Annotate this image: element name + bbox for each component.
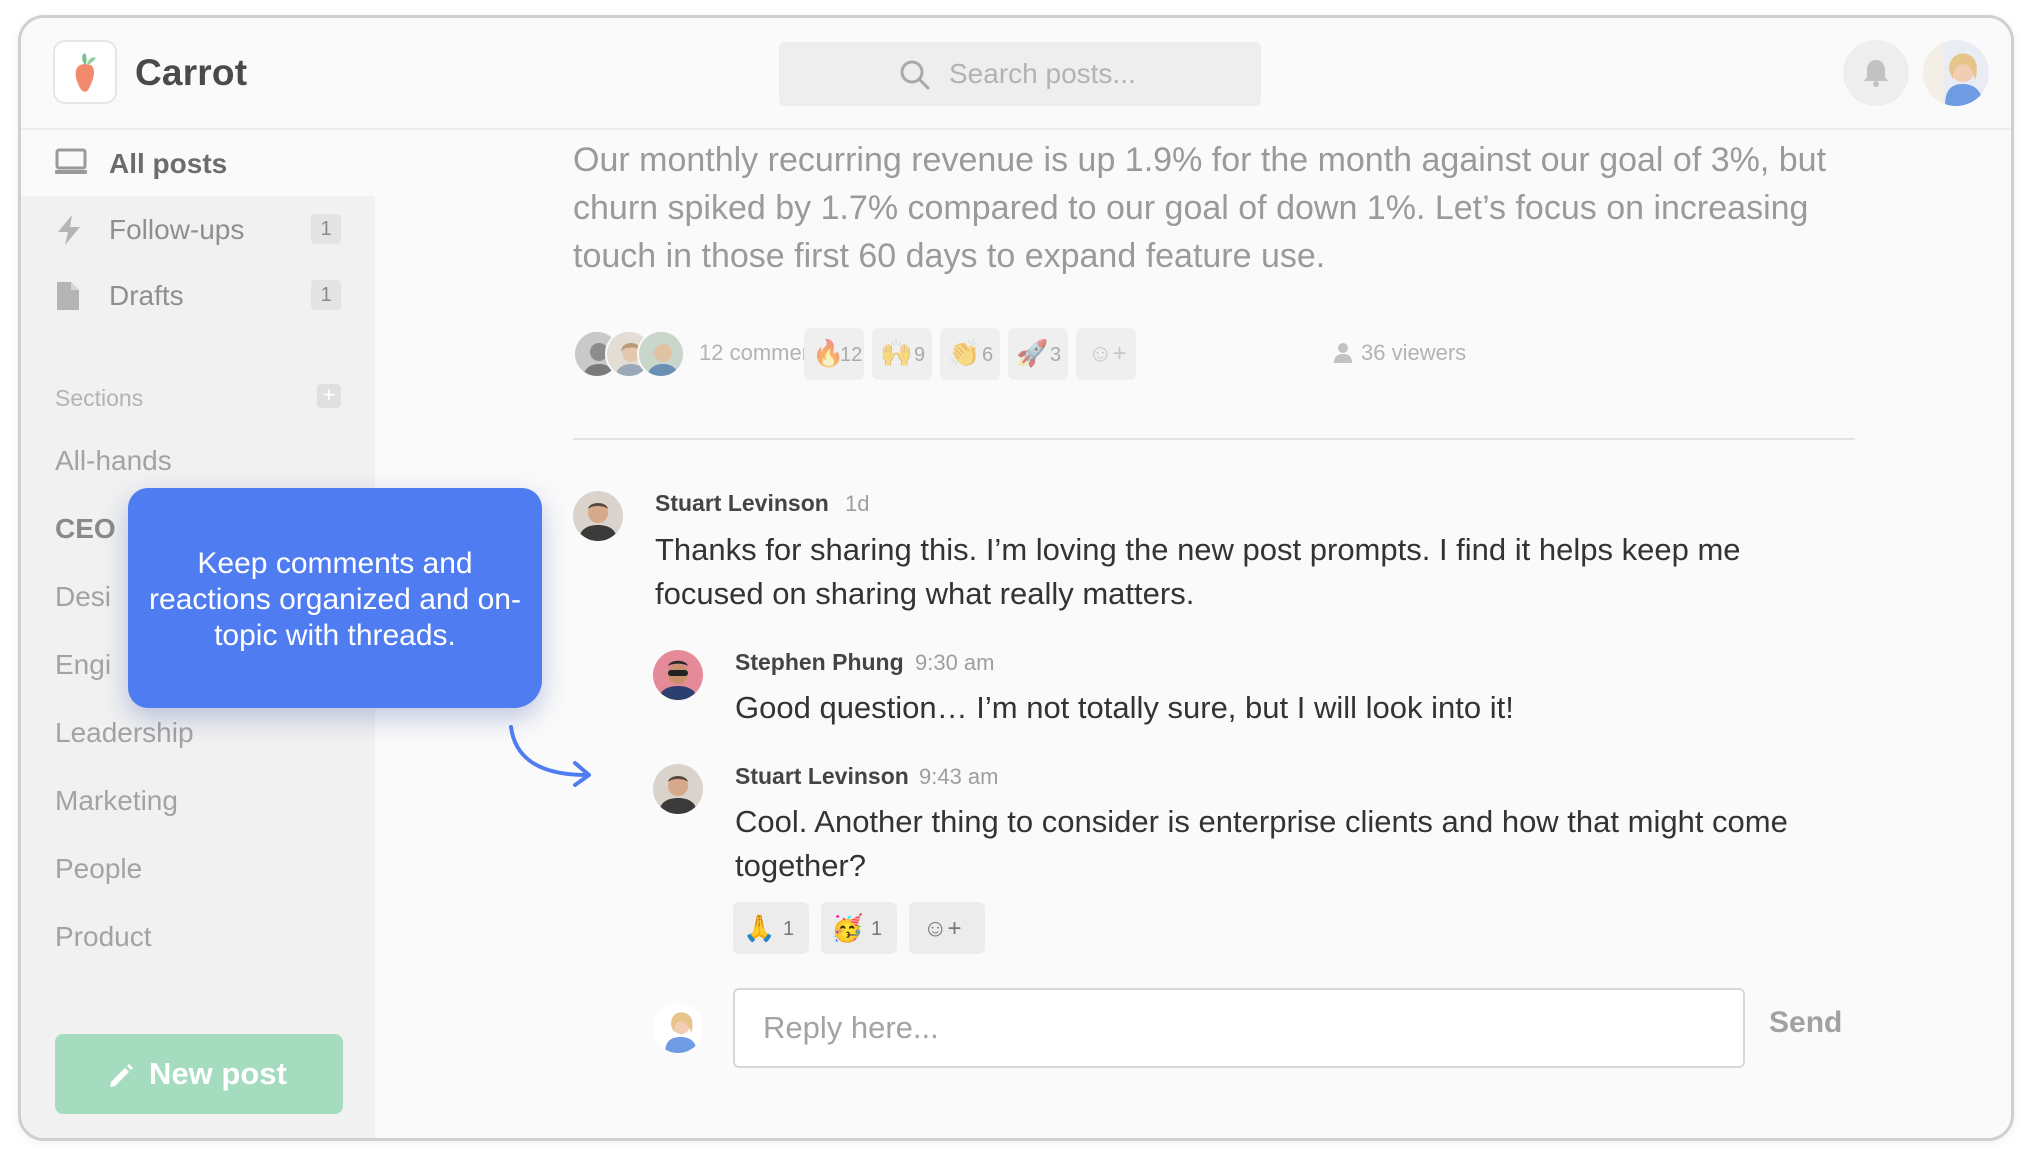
add-reaction-icon: ☺+ — [923, 915, 962, 942]
sidebar-section-product[interactable]: Product — [55, 921, 152, 953]
lightning-icon — [58, 215, 80, 245]
party-face-icon: 🥳 — [831, 913, 864, 943]
document-icon — [57, 282, 79, 310]
add-section-button[interactable]: + — [317, 384, 341, 408]
send-button[interactable]: Send — [1769, 1006, 1842, 1040]
app-name: Carrot — [135, 52, 248, 93]
raised-hands-icon: 🙌 — [880, 338, 913, 368]
notifications-button[interactable] — [1843, 40, 1909, 106]
search-input[interactable] — [949, 52, 1239, 96]
sidebar-section-design[interactable]: Desi — [55, 581, 111, 613]
reaction-count: 12 — [840, 344, 863, 366]
sidebar-item-drafts[interactable]: Drafts 1 — [21, 262, 375, 328]
sections-heading: Sections — [55, 385, 144, 411]
new-post-label: New post — [149, 1056, 287, 1091]
reaction-count: 3 — [1050, 344, 1062, 366]
app-window: Carrot Search posts... All posts Follow-… — [18, 15, 2014, 1141]
follow-ups-count-badge: 1 — [311, 214, 341, 244]
user-photo — [1923, 40, 1989, 106]
stephen-phung-avatar[interactable] — [653, 650, 703, 700]
stuart-levinson-avatar[interactable] — [573, 491, 623, 541]
reaction-clap[interactable]: 👏 6 — [940, 328, 1000, 380]
comment-text: Cool. Another thing to consider is enter… — [735, 804, 1788, 883]
comment-text: Thanks for sharing this. I’m loving the … — [655, 532, 1741, 611]
add-reaction-icon: ☺+ — [1088, 340, 1127, 367]
comment-author[interactable]: Stephen Phung — [735, 649, 904, 676]
clapping-hands-icon: 👏 — [948, 338, 981, 368]
sidebar-section-marketing[interactable]: Marketing — [55, 785, 178, 817]
reaction-count: 9 — [914, 344, 926, 366]
user-avatar[interactable] — [1923, 40, 1989, 106]
person-icon — [1334, 343, 1352, 363]
carrot-logo[interactable] — [53, 40, 117, 104]
search-bar[interactable] — [779, 42, 1261, 106]
current-user-avatar — [653, 1003, 703, 1053]
sidebar-item-follow-ups[interactable]: Follow-ups 1 — [21, 196, 375, 262]
sidebar-section-leadership[interactable]: Leadership — [55, 717, 194, 749]
reaction-rocket[interactable]: 🚀 3 — [1008, 328, 1068, 380]
feature-callout: Keep comments and reactions organized an… — [128, 488, 542, 708]
carrot-icon — [75, 53, 96, 92]
add-reaction-button[interactable]: ☺+ — [1076, 328, 1136, 380]
add-reaction-button[interactable]: ☺+ — [909, 902, 985, 954]
folded-hands-icon: 🙏 — [743, 913, 776, 943]
post-body-text: Our monthly recurring revenue is up 1.9%… — [573, 141, 1827, 275]
search-icon — [900, 60, 930, 90]
divider — [573, 438, 1855, 440]
sidebar-section-engineering[interactable]: Engi — [55, 649, 111, 681]
comment-author[interactable]: Stuart Levinson — [655, 490, 829, 517]
callout-arrow-icon — [509, 725, 591, 787]
top-bar: Carrot — [21, 18, 2011, 130]
sidebar-item-all-posts[interactable]: All posts — [21, 130, 375, 196]
sidebar-section-people[interactable]: People — [55, 853, 142, 885]
comment-time: 9:43 am — [919, 764, 999, 789]
reaction-party-face[interactable]: 🥳 1 — [821, 902, 897, 954]
rocket-icon: 🚀 — [1016, 338, 1049, 368]
commenter-avatar — [637, 330, 685, 378]
monitor-icon — [55, 148, 87, 174]
new-post-button[interactable]: New post — [55, 1034, 343, 1114]
comment-text: Good question… I’m not totally sure, but… — [735, 690, 1514, 725]
reply-input[interactable] — [733, 988, 1745, 1068]
reaction-raised-hands[interactable]: 🙌 9 — [872, 328, 932, 380]
reaction-count: 6 — [982, 344, 994, 366]
sidebar-item-label: Follow-ups — [109, 214, 245, 245]
pencil-icon — [110, 1064, 133, 1087]
comment-time: 9:30 am — [915, 650, 995, 675]
reaction-count: 1 — [871, 918, 883, 940]
viewers-label: 36 viewers — [1361, 340, 1467, 365]
reaction-folded-hands[interactable]: 🙏 1 — [733, 902, 809, 954]
comment-author[interactable]: Stuart Levinson — [735, 763, 909, 790]
comment-time: 1d — [845, 491, 870, 516]
reaction-count: 1 — [783, 918, 795, 940]
sidebar-section-ceo[interactable]: CEO — [55, 513, 116, 545]
bell-icon — [1864, 60, 1888, 87]
post-detail: Our monthly recurring revenue is up 1.9%… — [375, 130, 2011, 1138]
stuart-levinson-avatar[interactable] — [653, 764, 703, 814]
sidebar-item-label: All posts — [109, 148, 228, 179]
drafts-count-badge: 1 — [311, 280, 341, 310]
post-reaction-bar: 12 comments 🔥 12 🙌 9 👏 6 🚀 3 ☺+ 36 viewe… — [573, 326, 1873, 380]
sidebar-item-label: Drafts — [109, 280, 184, 311]
reaction-fire[interactable]: 🔥 12 — [804, 328, 864, 380]
sidebar-section-all-hands[interactable]: All-hands — [55, 445, 172, 477]
